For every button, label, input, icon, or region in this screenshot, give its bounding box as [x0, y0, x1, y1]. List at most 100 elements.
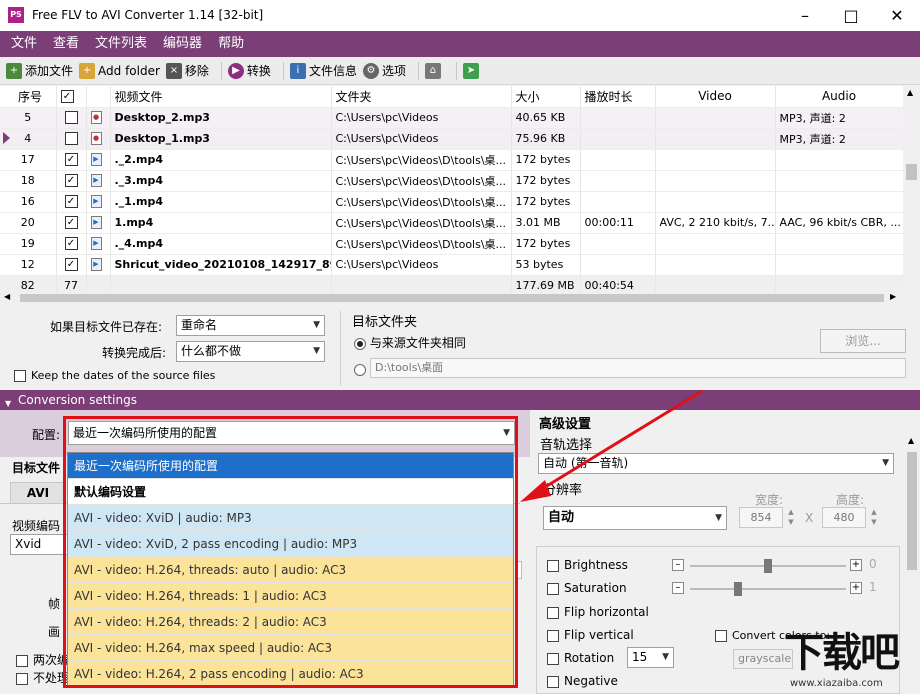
- row-check-cell[interactable]: ✓: [56, 191, 87, 213]
- col-size[interactable]: 大小: [511, 86, 581, 108]
- no-process-option[interactable]: 不处理: [16, 669, 69, 686]
- if-exists-select[interactable]: 重命名 ▼: [176, 315, 325, 336]
- width-input[interactable]: 854: [739, 507, 783, 528]
- select-all-checkbox[interactable]: ✓: [60, 90, 74, 104]
- custom-folder-input[interactable]: D:\tools\桌面: [370, 358, 906, 378]
- col-audio[interactable]: Audio: [775, 86, 904, 108]
- convert-colors-checkbox[interactable]: [715, 630, 727, 642]
- tab-avi[interactable]: AVI: [10, 482, 66, 504]
- col-file[interactable]: 视频文件: [110, 86, 332, 108]
- row-checkbox[interactable]: ✓: [64, 237, 78, 251]
- rotation-select[interactable]: 15 ▼: [627, 647, 674, 668]
- two-pass-option[interactable]: 两次编: [16, 651, 69, 668]
- menu-encoder[interactable]: 编码器: [155, 32, 210, 56]
- minimize-button[interactable]: –: [782, 0, 828, 31]
- brightness-minus-button[interactable]: –: [672, 559, 684, 571]
- negative-option[interactable]: Negative: [547, 674, 618, 688]
- flip-vertical-checkbox[interactable]: [547, 629, 559, 642]
- table-row[interactable]: 5 ● Desktop_2.mp3 C:\Users\pc\Videos 40.65 K…: [0, 107, 904, 129]
- keep-dates-checkbox[interactable]: [14, 370, 26, 382]
- pin-button[interactable]: ➤: [462, 62, 482, 79]
- brightness-slider[interactable]: [690, 559, 846, 573]
- row-check-cell[interactable]: ✓: [56, 233, 87, 255]
- saturation-checkbox[interactable]: [547, 582, 559, 595]
- table-row[interactable]: 18 ✓ ▶ ._3.mp4 C:\Users\pc\Videos\D\tools\桌.…: [0, 170, 904, 192]
- scroll-up-icon[interactable]: ▲: [907, 88, 913, 97]
- saturation-slider[interactable]: [690, 582, 846, 596]
- saturation-plus-button[interactable]: +: [850, 582, 862, 594]
- col-num[interactable]: 序号: [0, 86, 57, 108]
- scroll-thumb[interactable]: [906, 164, 917, 180]
- flip-horizontal-option[interactable]: Flip horizontal: [547, 605, 649, 619]
- no-process-checkbox[interactable]: [16, 672, 28, 685]
- close-button[interactable]: ✕: [874, 0, 920, 31]
- options-button[interactable]: ⚙ 选项: [362, 62, 406, 79]
- table-row[interactable]: 12 ✓ ▶ Shricut_video_20210108_142917_893.mp…: [0, 254, 904, 276]
- scroll-left-icon[interactable]: ◀: [4, 292, 10, 301]
- brightness-plus-button[interactable]: +: [850, 559, 862, 571]
- table-row[interactable]: 19 ✓ ▶ ._4.mp4 C:\Users\pc\Videos\D\tools\桌.…: [0, 233, 904, 255]
- remove-button[interactable]: × 移除: [165, 62, 209, 79]
- saturation-minus-button[interactable]: –: [672, 582, 684, 594]
- flip-horizontal-checkbox[interactable]: [547, 606, 559, 619]
- home-button[interactable]: ⌂: [424, 62, 444, 79]
- menu-help[interactable]: 帮助: [210, 32, 252, 56]
- two-pass-checkbox[interactable]: [16, 654, 28, 667]
- keep-dates-option[interactable]: Keep the dates of the source files: [14, 369, 215, 382]
- col-duration[interactable]: 播放时长: [580, 86, 656, 108]
- resolution-select[interactable]: 自动 ▼: [543, 506, 727, 530]
- hscroll-thumb[interactable]: [20, 294, 884, 302]
- brightness-checkbox[interactable]: [547, 559, 559, 572]
- file-info-button[interactable]: i 文件信息: [289, 62, 357, 79]
- convert-button[interactable]: ▶ 转换: [227, 62, 271, 79]
- table-row[interactable]: 20 ✓ ▶ 1.mp4 C:\Users\pc\Videos\D\tools\桌...…: [0, 212, 904, 234]
- rotation-option[interactable]: Rotation: [547, 651, 614, 665]
- negative-checkbox[interactable]: [547, 675, 559, 688]
- width-spinner[interactable]: ▲ ▼: [785, 507, 797, 528]
- flip-vertical-option[interactable]: Flip vertical: [547, 628, 634, 642]
- row-check-cell[interactable]: ✓: [56, 170, 87, 192]
- table-row[interactable]: 4 ● Desktop_1.mp3 C:\Users\pc\Videos 75.96 K…: [0, 128, 904, 150]
- height-input[interactable]: 480: [822, 507, 866, 528]
- menu-file[interactable]: 文件: [3, 32, 45, 56]
- add-folder-button[interactable]: + Add folder: [79, 62, 160, 79]
- row-checkbox[interactable]: [64, 111, 78, 125]
- row-check-cell[interactable]: [56, 128, 87, 150]
- col-folder[interactable]: 文件夹: [331, 86, 512, 108]
- height-spinner[interactable]: ▲ ▼: [868, 507, 880, 528]
- row-checkbox[interactable]: [64, 132, 78, 146]
- browse-button[interactable]: 浏览...: [820, 329, 906, 353]
- menu-view[interactable]: 查看: [45, 32, 87, 56]
- col-check[interactable]: ✓: [56, 86, 87, 108]
- row-checkbox[interactable]: ✓: [64, 153, 78, 167]
- scroll-thumb[interactable]: [907, 452, 917, 570]
- same-as-source-option[interactable]: 与来源文件夹相同: [354, 334, 466, 351]
- add-file-button[interactable]: + 添加文件: [6, 62, 73, 79]
- maximize-button[interactable]: □: [828, 0, 874, 31]
- custom-folder-option[interactable]: [354, 362, 366, 376]
- saturation-option[interactable]: Saturation: [547, 581, 627, 595]
- grid-horizontal-scrollbar[interactable]: ◀ ▶: [0, 291, 920, 305]
- brightness-slider-thumb[interactable]: [764, 559, 772, 573]
- row-checkbox[interactable]: ✓: [64, 258, 78, 272]
- table-row[interactable]: 16 ✓ ▶ ._1.mp4 C:\Users\pc\Videos\D\tools\桌.…: [0, 191, 904, 213]
- row-checkbox[interactable]: ✓: [64, 216, 78, 230]
- row-checkbox[interactable]: ✓: [64, 195, 78, 209]
- grid-vertical-scrollbar[interactable]: ▲: [903, 86, 920, 291]
- row-check-cell[interactable]: ✓: [56, 212, 87, 234]
- row-check-cell[interactable]: [56, 107, 87, 129]
- scroll-up-icon[interactable]: ▲: [908, 436, 914, 445]
- menu-file-list[interactable]: 文件列表: [87, 32, 155, 56]
- brightness-option[interactable]: Brightness: [547, 558, 628, 572]
- same-as-source-radio[interactable]: [354, 337, 366, 350]
- custom-folder-radio[interactable]: [354, 363, 366, 376]
- saturation-slider-thumb[interactable]: [734, 582, 743, 596]
- row-check-cell[interactable]: ✓: [56, 254, 87, 276]
- table-row[interactable]: 17 ✓ ▶ ._2.mp4 C:\Users\pc\Videos\D\tools\桌.…: [0, 149, 904, 171]
- col-video[interactable]: Video: [655, 86, 776, 108]
- rotation-checkbox[interactable]: [547, 652, 559, 665]
- row-checkbox[interactable]: ✓: [64, 174, 78, 188]
- scroll-right-icon[interactable]: ▶: [890, 292, 896, 301]
- video-codec-select[interactable]: Xvid: [10, 534, 68, 555]
- row-check-cell[interactable]: ✓: [56, 149, 87, 171]
